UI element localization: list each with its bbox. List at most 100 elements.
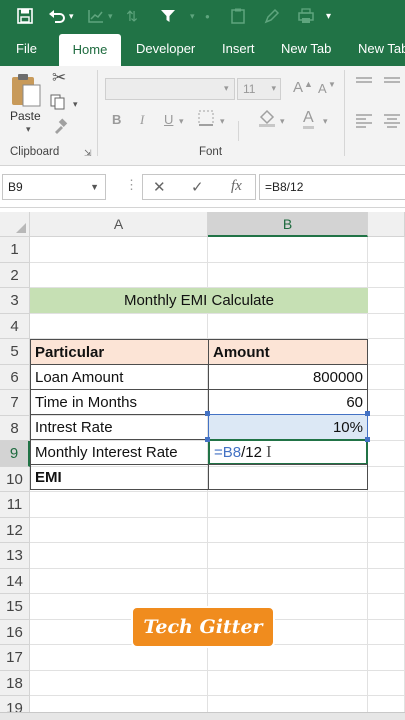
font-size-dropdown-icon[interactable]: ▾ <box>271 83 276 94</box>
grid-cell[interactable] <box>30 671 208 696</box>
cell-a8[interactable]: Intrest Rate <box>30 414 209 440</box>
bold-button[interactable]: B <box>112 112 121 128</box>
cell-b8-referenced[interactable]: 10% <box>208 414 368 440</box>
filter-icon[interactable] <box>158 0 178 32</box>
cell-a6[interactable]: Loan Amount <box>30 364 209 390</box>
grid-cell[interactable] <box>368 416 405 441</box>
cell-b6[interactable]: 800000 <box>208 364 368 390</box>
grid-cell[interactable] <box>208 237 368 263</box>
font-size-field[interactable]: 11 ▾ <box>237 78 281 100</box>
borders-icon[interactable] <box>198 110 214 129</box>
grid-cell[interactable] <box>208 543 368 569</box>
select-all-button[interactable] <box>0 212 30 237</box>
cell-a7[interactable]: Time in Months <box>30 389 209 415</box>
cut-icon[interactable]: ✂ <box>52 69 66 86</box>
fill-color-icon[interactable] <box>258 108 276 131</box>
row-header-14[interactable]: 14 <box>0 569 30 594</box>
grid-cell[interactable] <box>368 237 405 263</box>
row-header-1[interactable]: 1 <box>0 237 30 263</box>
paste-icon[interactable] <box>10 72 42 113</box>
grid-cell[interactable] <box>368 594 405 620</box>
copy-icon[interactable] <box>50 94 66 113</box>
range-handle-icon[interactable] <box>205 411 210 416</box>
save-icon[interactable] <box>14 0 36 32</box>
tab-home[interactable]: Home <box>59 34 121 66</box>
enter-icon[interactable]: ✓ <box>191 178 204 196</box>
grid-cell[interactable] <box>30 543 208 569</box>
grid-cell[interactable] <box>368 569 405 594</box>
grid-cell[interactable] <box>208 314 368 339</box>
row-header-4[interactable]: 4 <box>0 314 30 339</box>
cell-b10[interactable] <box>208 464 368 490</box>
tab-new-tab-2[interactable]: New Tab <box>358 32 405 66</box>
cell-a9[interactable]: Monthly Interest Rate <box>30 439 209 465</box>
grid-cell[interactable] <box>368 645 405 671</box>
tab-insert[interactable]: Insert <box>222 32 255 66</box>
clipboard-launcher-icon[interactable]: ⇲ <box>84 148 92 159</box>
range-handle-icon[interactable] <box>365 437 370 442</box>
row-header-16[interactable]: 16 <box>0 620 30 645</box>
column-header-c[interactable] <box>368 212 405 237</box>
format-painter-icon[interactable] <box>52 118 68 137</box>
font-name-field[interactable] <box>105 78 235 100</box>
italic-button[interactable]: I <box>140 112 144 128</box>
row-header-6[interactable]: 6 <box>0 365 30 390</box>
grid-cell[interactable] <box>30 237 208 263</box>
align-center-icon[interactable] <box>384 114 400 131</box>
row-header-8[interactable]: 8 <box>0 416 30 441</box>
undo-icon[interactable] <box>46 0 68 32</box>
underline-button[interactable]: U <box>164 112 173 128</box>
grid-cell[interactable] <box>368 441 405 467</box>
row-header-11[interactable]: 11 <box>0 492 30 518</box>
font-color-dropdown-icon[interactable]: ▾ <box>323 113 328 129</box>
row-header-18[interactable]: 18 <box>0 671 30 696</box>
grid-cell[interactable] <box>208 671 368 696</box>
customize-toolbar-icon[interactable]: ▾ <box>326 0 331 32</box>
grow-font-button[interactable]: A <box>293 80 303 96</box>
cell-b9-active[interactable]: =B8/12 I <box>208 439 368 465</box>
grid-cell[interactable] <box>368 390 405 416</box>
row-header-13[interactable]: 13 <box>0 543 30 569</box>
grid-cell[interactable] <box>368 518 405 543</box>
row-header-10[interactable]: 10 <box>0 467 30 492</box>
grid-cell[interactable] <box>368 620 405 645</box>
grid-cell[interactable] <box>368 543 405 569</box>
tab-new-tab[interactable]: New Tab <box>281 32 331 66</box>
grid-cell[interactable] <box>30 645 208 671</box>
font-color-button[interactable]: A <box>303 109 314 129</box>
cell-b5[interactable]: Amount <box>208 339 368 365</box>
grid-cell[interactable] <box>30 263 208 288</box>
row-header-15[interactable]: 15 <box>0 594 30 620</box>
grid-cell[interactable] <box>208 518 368 543</box>
row-header-7[interactable]: 7 <box>0 390 30 416</box>
borders-dropdown-icon[interactable]: ▾ <box>220 113 225 129</box>
tab-developer[interactable]: Developer <box>136 32 195 66</box>
grid-cell[interactable] <box>368 467 405 492</box>
grid-cell[interactable] <box>368 288 405 314</box>
copy-dropdown-icon[interactable]: ▾ <box>73 96 78 112</box>
grid-cell[interactable] <box>30 569 208 594</box>
row-header-5[interactable]: 5 <box>0 339 30 365</box>
grid-cell[interactable] <box>368 492 405 518</box>
grid-cell[interactable] <box>208 569 368 594</box>
grid-cell[interactable] <box>368 314 405 339</box>
grid-cell[interactable] <box>208 645 368 671</box>
paste-dropdown-icon[interactable]: ▾ <box>26 124 31 135</box>
grid-cell[interactable] <box>368 365 405 390</box>
align-left-icon[interactable] <box>356 114 372 131</box>
range-handle-icon[interactable] <box>365 411 370 416</box>
row-header-3[interactable]: 3 <box>0 288 30 314</box>
cell-a3-title[interactable]: Monthly EMI Calculate <box>30 288 368 313</box>
grid-cell[interactable] <box>30 492 208 518</box>
row-header-9[interactable]: 9 <box>0 441 30 467</box>
grid-cell[interactable] <box>368 671 405 696</box>
cell-b7[interactable]: 60 <box>208 389 368 415</box>
grid-cell[interactable] <box>30 314 208 339</box>
formula-input[interactable]: =B8/12 <box>259 174 405 200</box>
paste-label[interactable]: Paste <box>10 109 41 123</box>
grid-cell[interactable] <box>368 263 405 288</box>
row-header-2[interactable]: 2 <box>0 263 30 288</box>
underline-dropdown-icon[interactable]: ▾ <box>179 113 184 129</box>
shrink-font-button[interactable]: A <box>318 81 327 97</box>
grid-cell[interactable] <box>368 339 405 365</box>
